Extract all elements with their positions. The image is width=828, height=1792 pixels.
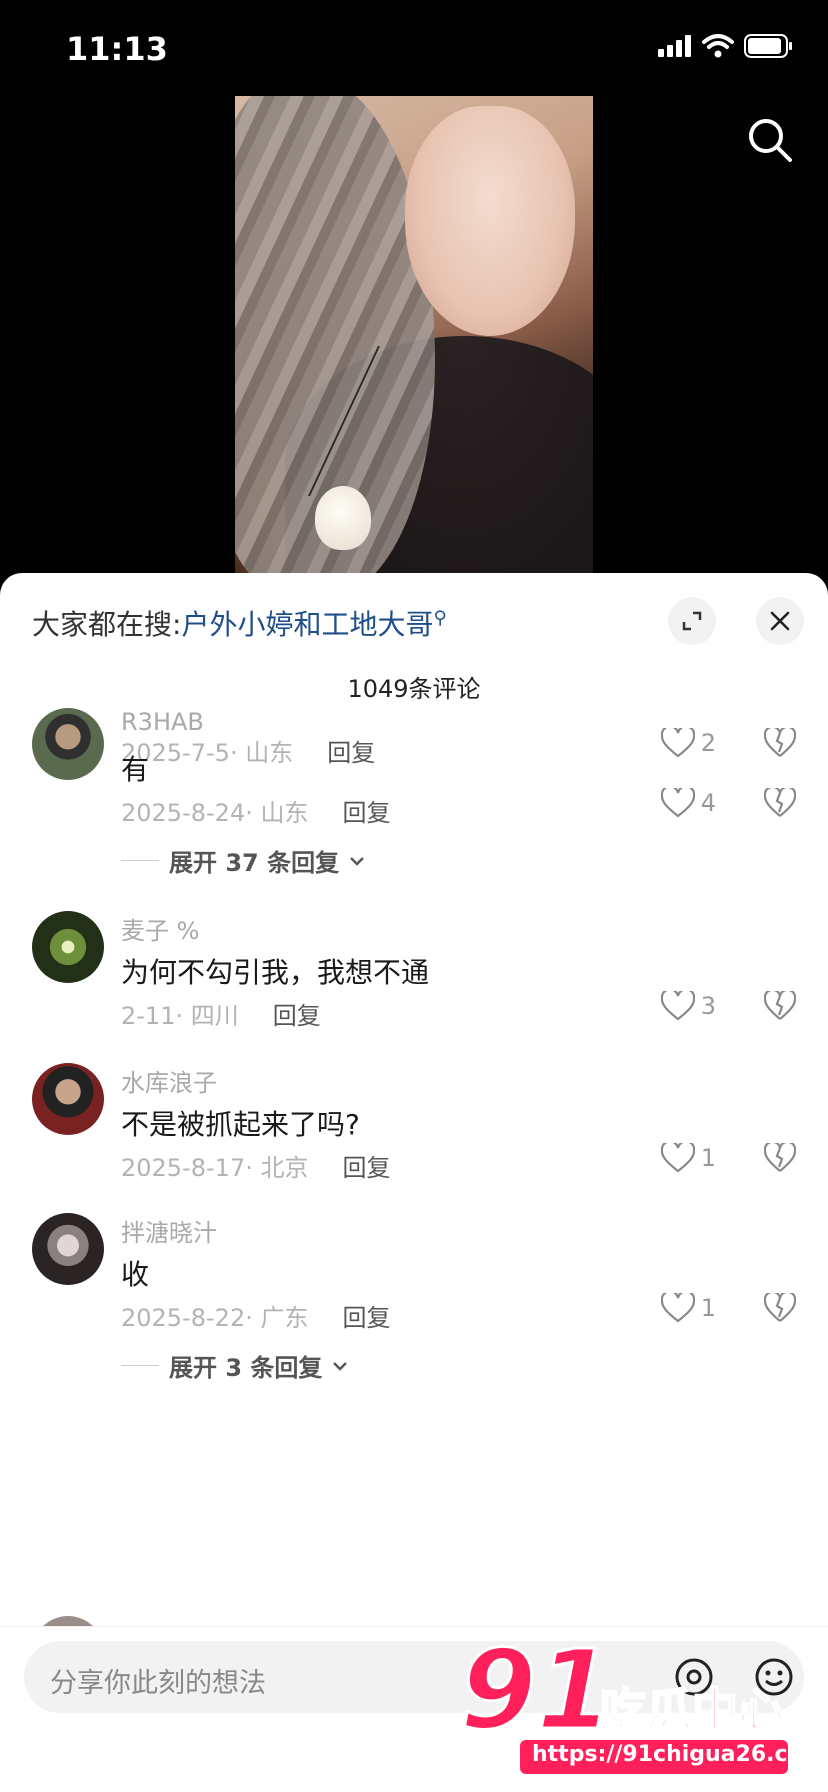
comment-date-location: 2-11· 四川 — [121, 1002, 239, 1030]
video-frame — [235, 96, 593, 574]
divider-line — [121, 1365, 159, 1366]
comment-count: 1049条评论 — [347, 675, 481, 703]
wifi-icon — [702, 34, 734, 58]
close-icon — [770, 611, 790, 631]
like-button[interactable]: 1 — [660, 1293, 716, 1323]
comment-meta: 2025-8-22· 广东 回复 — [121, 1298, 390, 1333]
reply-button[interactable]: 回复 — [342, 1154, 390, 1182]
expand-replies-label: 展开 3 条回复 — [169, 1354, 323, 1382]
comment-meta: 2025-8-17· 北京 回复 — [121, 1148, 390, 1183]
reply-button[interactable]: 回复 — [342, 1304, 390, 1332]
like-count: 1 — [700, 1294, 716, 1322]
comment-input-placeholder: 分享你此刻的想法 — [50, 1668, 266, 1699]
reply-button[interactable]: 回复 — [273, 1002, 321, 1030]
comment-text: 收 — [121, 1258, 150, 1291]
svg-text:91: 91 — [460, 1628, 613, 1754]
comment-text: 不是被抓起来了吗? — [121, 1108, 360, 1141]
trending-search-keyword[interactable]: 户外小婷和工地大哥 — [181, 608, 433, 641]
signal-icon — [658, 35, 691, 57]
like-count: 2 — [700, 729, 716, 757]
avatar[interactable] — [32, 911, 104, 983]
like-button[interactable]: 4 — [660, 788, 716, 818]
comment-username[interactable]: 麦子 % — [121, 911, 199, 946]
sheet-header: 大家都在搜:户外小婷和工地大哥⚲ 1049条评论 — [0, 573, 828, 725]
comment-text: 有 — [121, 753, 150, 786]
search-icon[interactable] — [746, 116, 794, 164]
avatar[interactable] — [32, 708, 104, 780]
broken-heart-icon[interactable] — [764, 1143, 796, 1173]
watermark: 91 吃瓜中心 https://91chigua26.com — [459, 1625, 826, 1778]
heart-icon — [660, 1293, 695, 1323]
comment-username[interactable]: 拌溏晓汁 — [121, 1213, 217, 1248]
broken-heart-icon[interactable] — [764, 1293, 796, 1323]
comment-meta: 2025-7-5· 山东 回复 — [121, 733, 375, 768]
expand-button[interactable] — [668, 597, 716, 645]
comment-text: 为何不勾引我，我想不通 — [121, 956, 430, 989]
comment-sheet: 大家都在搜:户外小婷和工地大哥⚲ 1049条评论 2025-7-5· 山东 回复 … — [0, 573, 828, 1792]
reply-button[interactable]: 回复 — [342, 799, 390, 827]
broken-heart-icon[interactable] — [764, 728, 796, 758]
battery-icon — [744, 34, 792, 58]
reply-button[interactable]: 回复 — [327, 739, 375, 767]
comment-username[interactable]: R3HAB — [121, 708, 204, 736]
status-time: 11:13 — [66, 30, 168, 68]
svg-text:吃瓜中心: 吃瓜中心 — [600, 1683, 784, 1737]
video-player[interactable] — [0, 96, 828, 574]
heart-icon — [660, 788, 695, 818]
comment-meta: 2-11· 四川 回复 — [121, 996, 321, 1031]
comment-date-location: 2025-8-24· 山东 — [121, 799, 309, 827]
like-button[interactable]: 3 — [660, 991, 716, 1021]
watermark-url: https://91chigua26.com — [532, 1742, 826, 1767]
like-count: 3 — [700, 992, 716, 1020]
heart-icon — [660, 728, 695, 758]
search-small-icon: ⚲ — [433, 607, 447, 629]
expand-replies-label: 展开 37 条回复 — [169, 849, 340, 877]
status-bar: 11:13 — [0, 0, 828, 96]
expand-icon — [682, 611, 702, 631]
expand-replies-button[interactable]: 展开 37 条回复 — [121, 843, 365, 878]
like-button[interactable]: 2 — [660, 728, 716, 758]
status-icons — [658, 34, 794, 58]
broken-heart-icon[interactable] — [764, 788, 796, 818]
divider-line — [121, 860, 159, 861]
comment-meta: 2025-8-24· 山东 回复 — [121, 793, 390, 828]
heart-icon — [660, 991, 695, 1021]
close-button[interactable] — [756, 597, 804, 645]
chevron-down-icon — [350, 856, 364, 866]
chevron-down-icon — [333, 1361, 348, 1371]
trending-search-prefix: 大家都在搜: — [32, 608, 182, 641]
like-count: 4 — [700, 789, 716, 817]
avatar[interactable] — [32, 1063, 104, 1135]
broken-heart-icon[interactable] — [764, 991, 796, 1021]
avatar[interactable] — [32, 1213, 104, 1285]
comment-date-location: 2025-8-22· 广东 — [121, 1304, 309, 1332]
like-button[interactable]: 1 — [660, 1143, 716, 1173]
like-count: 1 — [700, 1144, 716, 1172]
comment-username[interactable]: 水库浪子 — [121, 1063, 217, 1098]
heart-icon — [660, 1143, 695, 1173]
comment-date-location: 2025-8-17· 北京 — [121, 1154, 309, 1182]
expand-replies-button[interactable]: 展开 3 条回复 — [121, 1348, 348, 1383]
trending-search[interactable]: 大家都在搜:户外小婷和工地大哥⚲ — [32, 603, 447, 643]
